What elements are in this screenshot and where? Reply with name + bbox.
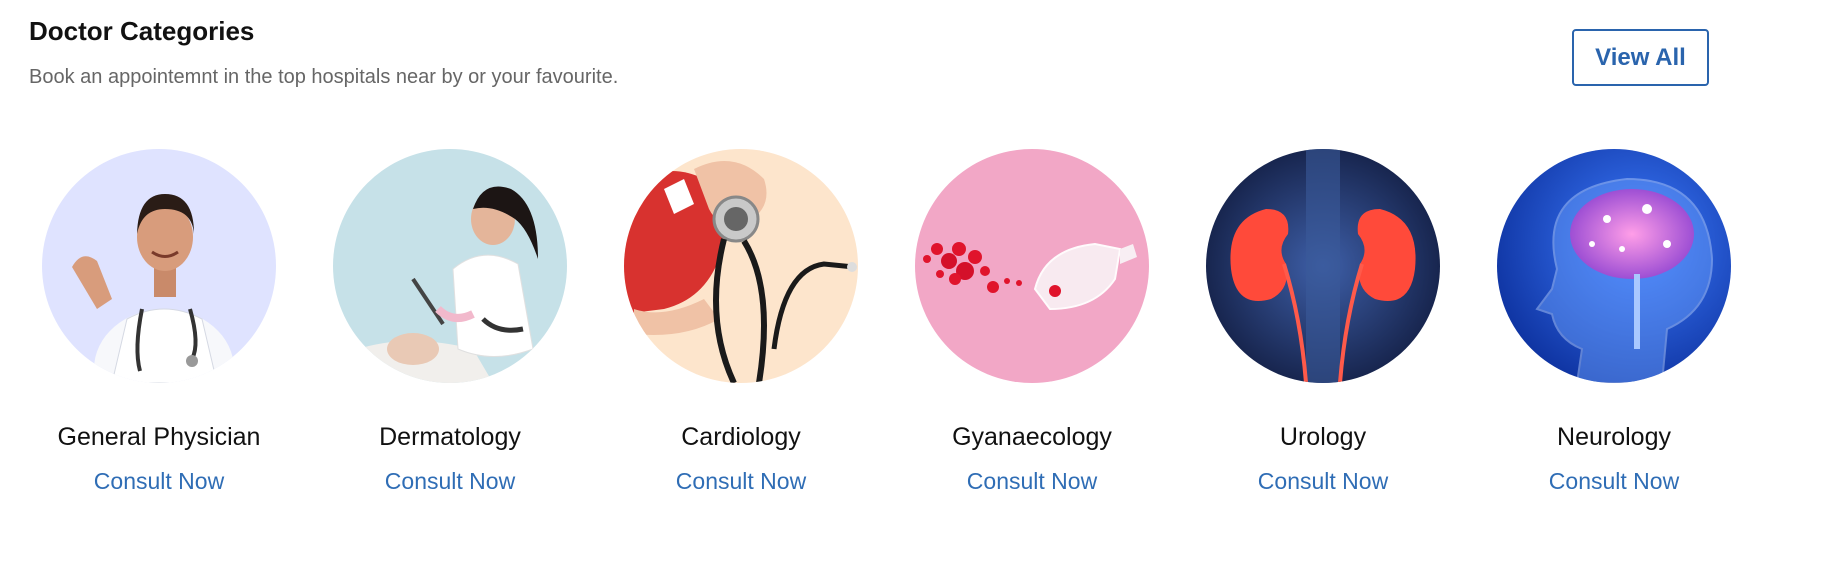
consult-now-link[interactable]: Consult Now <box>94 470 224 493</box>
category-name: General Physician <box>57 423 261 451</box>
dermatologist-illustration[interactable] <box>333 149 567 383</box>
category-card-dermatology[interactable]: Dermatology Consult Now <box>318 149 582 494</box>
consult-now-link[interactable]: Consult Now <box>676 470 806 493</box>
doctor-illustration[interactable] <box>42 149 276 383</box>
consult-now-link[interactable]: Consult Now <box>1549 470 1679 493</box>
consult-now-link[interactable]: Consult Now <box>967 470 1097 493</box>
category-card-urology[interactable]: Urology Consult Now <box>1191 149 1455 494</box>
category-card-neurology[interactable]: Neurology Consult Now <box>1482 149 1746 494</box>
category-name: Gyanaecology <box>952 423 1112 451</box>
consult-now-link[interactable]: Consult Now <box>1258 470 1388 493</box>
section-subtitle: Book an appointemnt in the top hospitals… <box>29 66 619 88</box>
view-all-button[interactable]: View All <box>1572 29 1709 86</box>
doctor-categories-section: Doctor Categories Book an appointemnt in… <box>0 0 1822 562</box>
category-card-cardiology[interactable]: Cardiology Consult Now <box>609 149 873 494</box>
stethoscope-heart-illustration[interactable] <box>624 149 858 383</box>
category-card-general-physician[interactable]: General Physician Consult Now <box>27 149 291 494</box>
kidneys-illustration[interactable] <box>1206 149 1440 383</box>
category-name: Neurology <box>1557 423 1671 451</box>
category-name: Dermatology <box>379 423 521 451</box>
category-card-gyanaecology[interactable]: Gyanaecology Consult Now <box>900 149 1164 494</box>
category-name: Cardiology <box>681 423 801 451</box>
category-name: Urology <box>1279 423 1367 451</box>
menstrual-cup-illustration[interactable] <box>915 149 1149 383</box>
section-title: Doctor Categories <box>29 16 255 46</box>
brain-illustration[interactable] <box>1497 149 1731 383</box>
consult-now-link[interactable]: Consult Now <box>385 470 515 493</box>
